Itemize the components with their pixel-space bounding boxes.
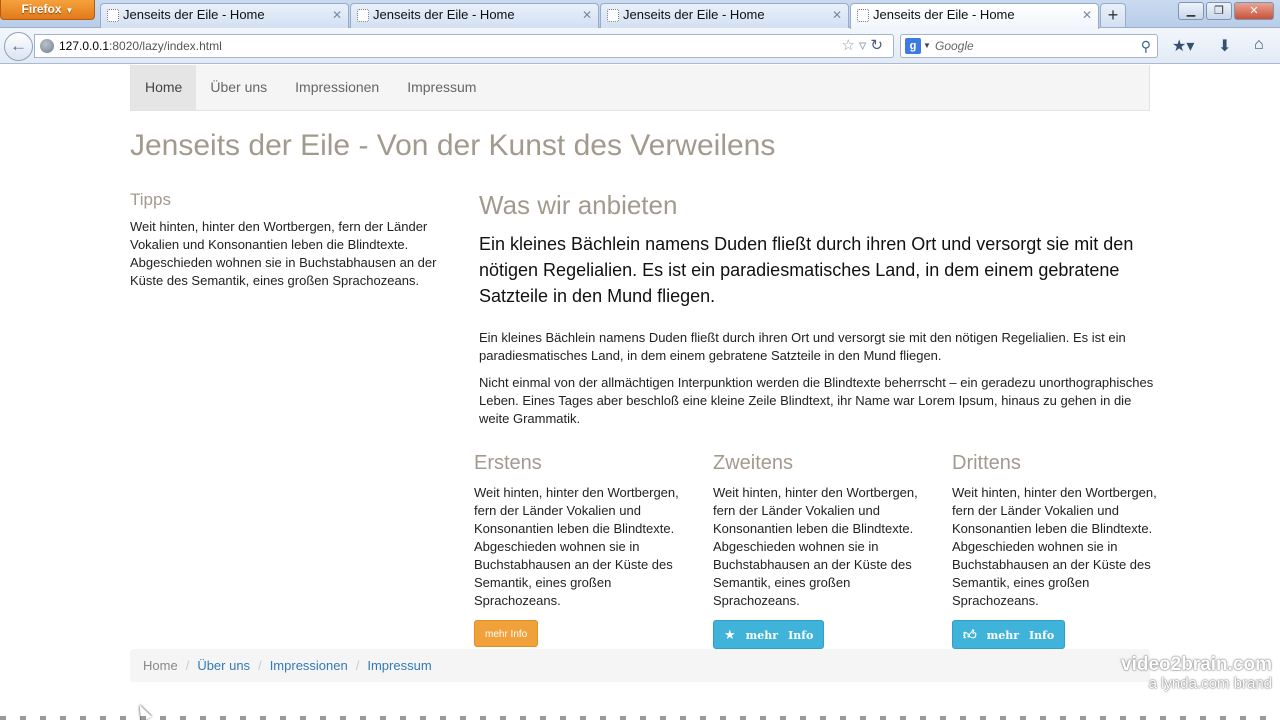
body-paragraph: Ein kleines Bächlein namens Duden fließt… xyxy=(479,330,1126,363)
tab-title: Jenseits der Eile - Home xyxy=(373,7,515,22)
reload-icon[interactable]: ↻ xyxy=(870,37,887,54)
search-input[interactable]: g ▼ Google ⚲ xyxy=(900,34,1158,58)
tab-title: Jenseits der Eile - Home xyxy=(873,7,1015,22)
nav-item-impressum[interactable]: Impressum xyxy=(393,65,490,110)
google-icon[interactable]: g xyxy=(905,38,921,54)
column-heading: Drittens xyxy=(952,452,1021,474)
browser-tab-active[interactable]: Jenseits der Eile - Home ✕ xyxy=(850,3,1099,29)
page-icon xyxy=(607,9,619,22)
lead-paragraph: Ein kleines Bächlein namens Duden fließt… xyxy=(479,234,1134,306)
minimize-icon[interactable]: ▁ xyxy=(1178,2,1204,20)
browser-tab[interactable]: Jenseits der Eile - Home ✕ xyxy=(600,3,849,28)
bookmarks-menu-icon[interactable]: ★▾ xyxy=(1172,36,1194,56)
page-icon xyxy=(357,9,369,22)
firefox-menu-button[interactable]: Firefox ▼ xyxy=(0,0,95,20)
url-path: :8020/lazy/index.html xyxy=(109,39,222,53)
column-zweitens: Zweitens Weit hinten, hinter den Wortber… xyxy=(713,452,928,649)
column-heading: Erstens xyxy=(474,452,542,474)
thumbs-up-icon: 👍︎ xyxy=(963,628,977,643)
page-icon xyxy=(107,9,119,22)
download-icon[interactable]: ⬇ xyxy=(1218,36,1231,56)
nav-item-home[interactable]: Home xyxy=(131,65,197,110)
browser-tab[interactable]: Jenseits der Eile - Home ✕ xyxy=(100,3,349,28)
restore-icon[interactable]: ❐ xyxy=(1206,2,1232,20)
page-content: Home Über uns Impressionen Impressum Jen… xyxy=(0,65,1280,720)
breadcrumb-separator: / xyxy=(258,658,262,673)
browser-navigation-bar: ← 127.0.0.1:8020/lazy/index.html ☆▿↻ g ▼… xyxy=(0,28,1280,64)
breadcrumb-separator: / xyxy=(185,658,190,673)
new-tab-button[interactable]: + xyxy=(1100,3,1126,27)
column-text: Weit hinten, hinter den Wortbergen, fern… xyxy=(474,485,679,608)
close-icon[interactable]: ✕ xyxy=(1082,4,1092,26)
page-icon xyxy=(857,9,869,22)
sidebar-heading: Tipps xyxy=(130,190,171,209)
column-text: Weit hinten, hinter den Wortbergen, fern… xyxy=(952,485,1157,608)
breadcrumb: Home / Über uns / Impressionen / Impressum xyxy=(130,649,1150,682)
tab-title: Jenseits der Eile - Home xyxy=(123,7,265,22)
breadcrumb-separator: / xyxy=(355,658,360,673)
browser-tab[interactable]: Jenseits der Eile - Home ✕ xyxy=(350,3,599,28)
chevron-down-icon[interactable]: ▼ xyxy=(923,35,931,57)
search-icon[interactable]: ⚲ xyxy=(1141,35,1151,57)
sidebar-text: Weit hinten, hinter den Wortbergen, fern… xyxy=(130,219,437,288)
home-icon[interactable]: ⌂ xyxy=(1254,36,1264,54)
sidebar: Tipps Weit hinten, hinter den Wortbergen… xyxy=(130,190,450,290)
close-icon[interactable]: ✕ xyxy=(582,4,592,26)
chevron-down-icon: ▼ xyxy=(65,6,74,15)
column-erstens: Erstens Weit hinten, hinter den Wortberg… xyxy=(474,452,689,647)
watermark-line1: video2brain.com xyxy=(1121,654,1272,675)
history-dropdown-icon[interactable]: ▿ xyxy=(859,37,871,54)
watermark: video2brain.com a lynda.com brand xyxy=(1121,654,1272,692)
column-heading: Zweitens xyxy=(713,452,794,474)
tab-strip: Firefox ▼ Jenseits der Eile - Home ✕ Jens… xyxy=(0,0,1280,29)
page-title: Jenseits der Eile - Von der Kunst des Ve… xyxy=(130,129,776,162)
tab-title: Jenseits der Eile - Home xyxy=(623,7,765,22)
bookmark-star-icon[interactable]: ☆ xyxy=(841,37,858,54)
back-arrow-icon[interactable]: ← xyxy=(4,32,33,61)
mehr-info-button[interactable]: ★ mehr Info xyxy=(713,620,825,649)
mehr-info-button[interactable]: mehr Info xyxy=(474,620,539,647)
breadcrumb-ueber-uns[interactable]: Über uns xyxy=(197,658,250,673)
mehr-info-button[interactable]: 👍︎ mehr Info xyxy=(952,620,1066,649)
url-bar-icons: ☆▿↻ xyxy=(841,35,887,57)
main-content: Was wir anbieten Ein kleines Bächlein na… xyxy=(479,190,1159,437)
close-icon[interactable]: ✕ xyxy=(832,4,842,26)
main-heading: Was wir anbieten xyxy=(479,190,678,220)
column-text: Weit hinten, hinter den Wortbergen, fern… xyxy=(713,485,918,608)
nav-item-impressionen[interactable]: Impressionen xyxy=(281,65,393,110)
url-host: 127.0.0.1 xyxy=(59,39,110,53)
star-icon: ★ xyxy=(724,628,736,643)
search-placeholder: Google xyxy=(935,39,974,53)
body-paragraph: Nicht einmal von der allmächtigen Interp… xyxy=(479,375,1154,426)
column-drittens: Drittens Weit hinten, hinter den Wortber… xyxy=(952,452,1167,649)
breadcrumb-impressum[interactable]: Impressum xyxy=(367,658,431,673)
globe-icon xyxy=(40,39,54,53)
site-navigation: Home Über uns Impressionen Impressum xyxy=(130,65,1150,111)
window-close-icon[interactable]: ✕ xyxy=(1234,2,1274,20)
nav-item-ueber-uns[interactable]: Über uns xyxy=(196,65,281,110)
url-bar[interactable]: 127.0.0.1:8020/lazy/index.html ☆▿↻ xyxy=(34,34,894,58)
breadcrumb-home: Home xyxy=(143,658,178,673)
watermark-line2: a lynda.com brand xyxy=(1148,675,1272,692)
close-icon[interactable]: ✕ xyxy=(332,4,342,26)
cut-off-content xyxy=(0,716,1280,720)
window-controls: ▁ ❐ ✕ xyxy=(1178,2,1274,20)
breadcrumb-impressionen[interactable]: Impressionen xyxy=(270,658,348,673)
